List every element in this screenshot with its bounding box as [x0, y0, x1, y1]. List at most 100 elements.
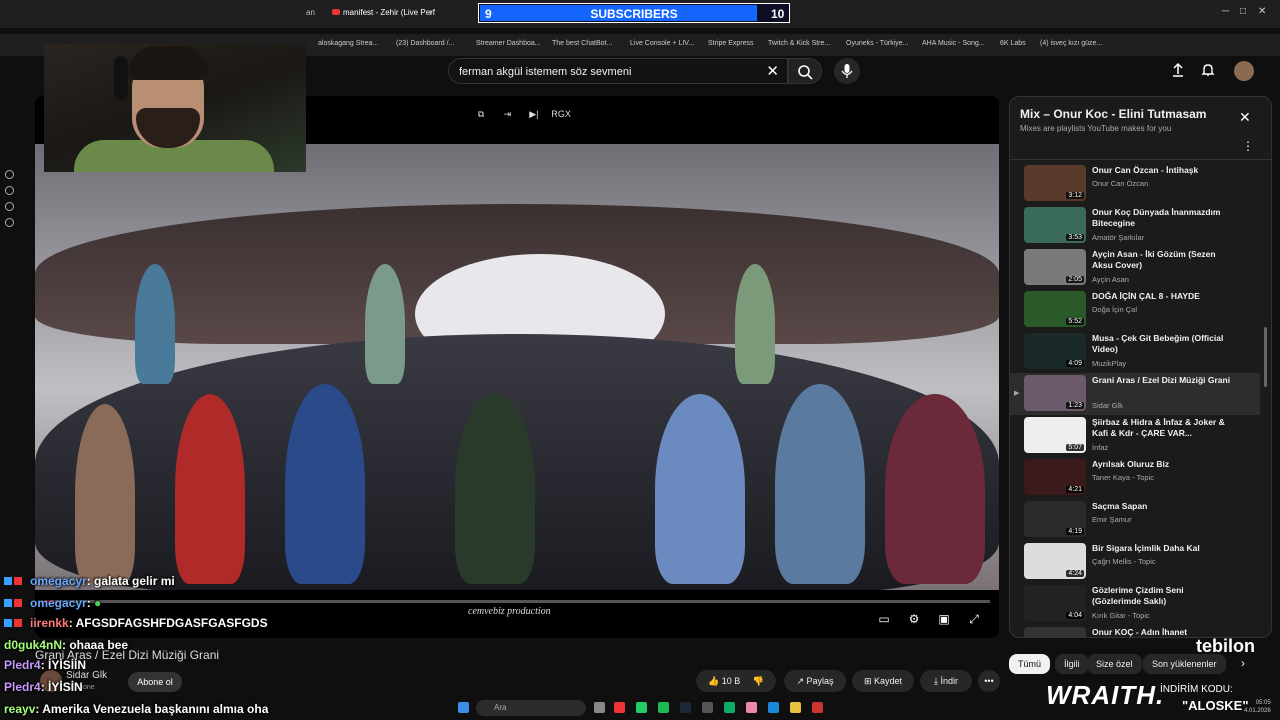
- bookmark[interactable]: Twitch & Kick Stre...: [768, 40, 830, 47]
- settings-icon[interactable]: ⚙: [905, 612, 923, 630]
- close-icon[interactable]: ✕: [1239, 109, 1251, 126]
- bookmark[interactable]: 6K Labs: [1000, 40, 1026, 47]
- playlist-item[interactable]: 3:12 Onur Can Özcan - İntihaşk Onur Can Öz…: [1010, 163, 1260, 205]
- video-thumbnail[interactable]: 5:52: [1024, 291, 1086, 327]
- search-button[interactable]: [788, 58, 822, 84]
- dislike-button[interactable]: 👎: [753, 676, 764, 686]
- folder-icon[interactable]: [790, 702, 801, 713]
- share-button[interactable]: ↗ Paylaş: [784, 670, 846, 692]
- more-actions-button[interactable]: •••: [978, 670, 1000, 692]
- app-icon[interactable]: [746, 702, 757, 713]
- bookmark[interactable]: (23) Dashboard /...: [396, 40, 454, 47]
- video-thumbnail[interactable]: [1024, 627, 1086, 637]
- app-icon[interactable]: [636, 702, 647, 713]
- playlist-item-title: Gözlerime Çizdim Seni (Gözlerimde Saklı): [1092, 585, 1184, 606]
- duration-badge: 1:23: [1066, 402, 1084, 409]
- playlist-item[interactable]: 4:19 Saçma Sapan Emir Şamur: [1010, 499, 1260, 541]
- copy-icon[interactable]: ⧉: [472, 105, 490, 123]
- playlist-item[interactable]: 3:53 Onur Koç Dünyada İnanmazdım Bitecegi…: [1010, 205, 1260, 247]
- bookmark[interactable]: Stripe Express: [708, 40, 754, 47]
- divider: [1010, 159, 1271, 160]
- save-button[interactable]: ⊞ Kaydet: [852, 670, 914, 692]
- circle-icon[interactable]: [5, 170, 14, 179]
- search-input[interactable]: [459, 64, 759, 80]
- playlist-item[interactable]: 4:21 Ayrılsak Oluruz Biz Taner Kaya - Topi…: [1010, 457, 1260, 499]
- gear-icon[interactable]: [5, 218, 14, 227]
- playlist-title: Mix – Onur Koc - Elini Tutmasam: [1020, 107, 1207, 121]
- playlist-item[interactable]: ▶ 1:23 Grani Aras / Ezel Dizi Müziği Grani…: [1010, 373, 1260, 415]
- bookmark[interactable]: Oyuneks - Türkiye...: [846, 40, 909, 47]
- playlist-item[interactable]: 5:07 Şiirbaz & Hidra & İnfaz & Joker & Ka…: [1010, 415, 1260, 457]
- video-thumbnail[interactable]: 4:24: [1024, 543, 1086, 579]
- chip-for-you[interactable]: Size özel: [1087, 654, 1142, 674]
- browser-icon[interactable]: [768, 702, 779, 713]
- video-thumbnail[interactable]: 4:19: [1024, 501, 1086, 537]
- rgx-button[interactable]: RGX: [551, 105, 571, 123]
- duration-badge: 4:21: [1066, 486, 1084, 493]
- download-button[interactable]: ⤓ İndir: [920, 670, 972, 692]
- task-view-icon[interactable]: [594, 702, 605, 713]
- app-icon[interactable]: [702, 702, 713, 713]
- subtitles-icon[interactable]: ▭: [875, 612, 893, 630]
- enter-icon[interactable]: ⇥: [498, 105, 516, 123]
- fullscreen-icon[interactable]: ⤢: [965, 612, 983, 630]
- playlist-item-title: Bir Sigara İçimlik Daha Kal: [1092, 543, 1200, 553]
- voice-search-button[interactable]: [834, 58, 860, 84]
- bookmark[interactable]: (4) isveç kızı güze...: [1040, 40, 1102, 47]
- clock-icon[interactable]: [5, 186, 14, 195]
- playlist-item-channel: Onur Can Özcan: [1092, 179, 1149, 188]
- more-vert-icon[interactable]: ⋮: [1242, 139, 1254, 153]
- bookmark[interactable]: aloskagang Strea...: [318, 40, 378, 47]
- playlist-scrollbar[interactable]: [1264, 327, 1267, 387]
- playlist-item-channel: Ayçin Asan: [1092, 275, 1129, 284]
- playlist-item[interactable]: 5:52 DOĞA İÇİN ÇAL 8 - HAYDE Doğa İçin Çal: [1010, 289, 1260, 331]
- bookmark[interactable]: Live Console + LIV...: [630, 40, 694, 47]
- video-thumbnail[interactable]: 4:09: [1024, 333, 1086, 369]
- windows-start-icon[interactable]: [458, 702, 469, 713]
- browser-tab[interactable]: an: [300, 4, 321, 22]
- clear-search-icon[interactable]: ✕: [766, 62, 779, 80]
- chevron-right-icon[interactable]: ›: [1241, 656, 1245, 670]
- maximize-icon[interactable]: □: [1240, 6, 1246, 17]
- playlist-item[interactable]: 4:09 Musa - Çek Git Bebeğim (Official Vid…: [1010, 331, 1260, 373]
- now-playing-icon: ▶: [1014, 390, 1020, 397]
- spotify-icon[interactable]: [658, 702, 669, 713]
- video-thumbnail[interactable]: 2:05: [1024, 249, 1086, 285]
- app-icon[interactable]: [614, 702, 625, 713]
- video-player[interactable]: cemvebiz production: [35, 96, 999, 638]
- bookmark[interactable]: Streamer Dashboa...: [476, 40, 541, 47]
- chip-all[interactable]: Tümü: [1009, 654, 1051, 674]
- playlist-panel: Mix – Onur Koc - Elini Tutmasam Mixes ar…: [1009, 96, 1272, 638]
- close-window-icon[interactable]: ✕: [1258, 6, 1266, 17]
- video-thumbnail[interactable]: 5:07: [1024, 417, 1086, 453]
- bookmark[interactable]: AHA Music - Song...: [922, 40, 985, 47]
- new-tab-button[interactable]: +: [422, 4, 439, 22]
- taskbar-search[interactable]: Ara: [476, 700, 586, 716]
- app-icon[interactable]: [812, 702, 823, 713]
- notifications-icon[interactable]: [1200, 62, 1216, 78]
- chat-badge-icon: [4, 577, 12, 585]
- skip-icon[interactable]: ▶|: [525, 105, 543, 123]
- sponsor-logo: tebilon: [1196, 636, 1255, 656]
- xbox-icon[interactable]: [724, 702, 735, 713]
- like-button[interactable]: 👍 10 B: [708, 676, 740, 686]
- video-thumbnail[interactable]: 4:04: [1024, 585, 1086, 621]
- playlist-item[interactable]: 2:05 Ayçin Asan - İki Gözüm (Sezen Aksu C…: [1010, 247, 1260, 289]
- video-thumbnail[interactable]: 3:53: [1024, 207, 1086, 243]
- chip-related[interactable]: İlgili: [1055, 654, 1089, 674]
- bookmark[interactable]: The best ChatBot...: [552, 40, 612, 47]
- steam-icon[interactable]: [680, 702, 691, 713]
- playlist-item[interactable]: 4:04 Gözlerime Çizdim Seni (Gözlerimde Sa…: [1010, 583, 1260, 625]
- video-thumbnail[interactable]: 1:23: [1024, 375, 1086, 411]
- upload-icon[interactable]: [1170, 62, 1186, 78]
- avatar[interactable]: [1234, 61, 1254, 81]
- playlist-subtitle: Mixes are playlists YouTube makes for yo…: [1020, 124, 1172, 133]
- video-thumbnail[interactable]: 4:21: [1024, 459, 1086, 495]
- search-box[interactable]: ✕: [448, 58, 788, 84]
- chip-recent[interactable]: Son yüklenenler: [1143, 654, 1226, 674]
- video-thumbnail[interactable]: 3:12: [1024, 165, 1086, 201]
- miniplayer-icon[interactable]: ▣: [935, 612, 953, 630]
- chat-icon[interactable]: [5, 202, 14, 211]
- playlist-item[interactable]: 4:24 Bir Sigara İçimlik Daha Kal Çağrı Mel…: [1010, 541, 1260, 583]
- minimize-icon[interactable]: ─: [1222, 6, 1229, 17]
